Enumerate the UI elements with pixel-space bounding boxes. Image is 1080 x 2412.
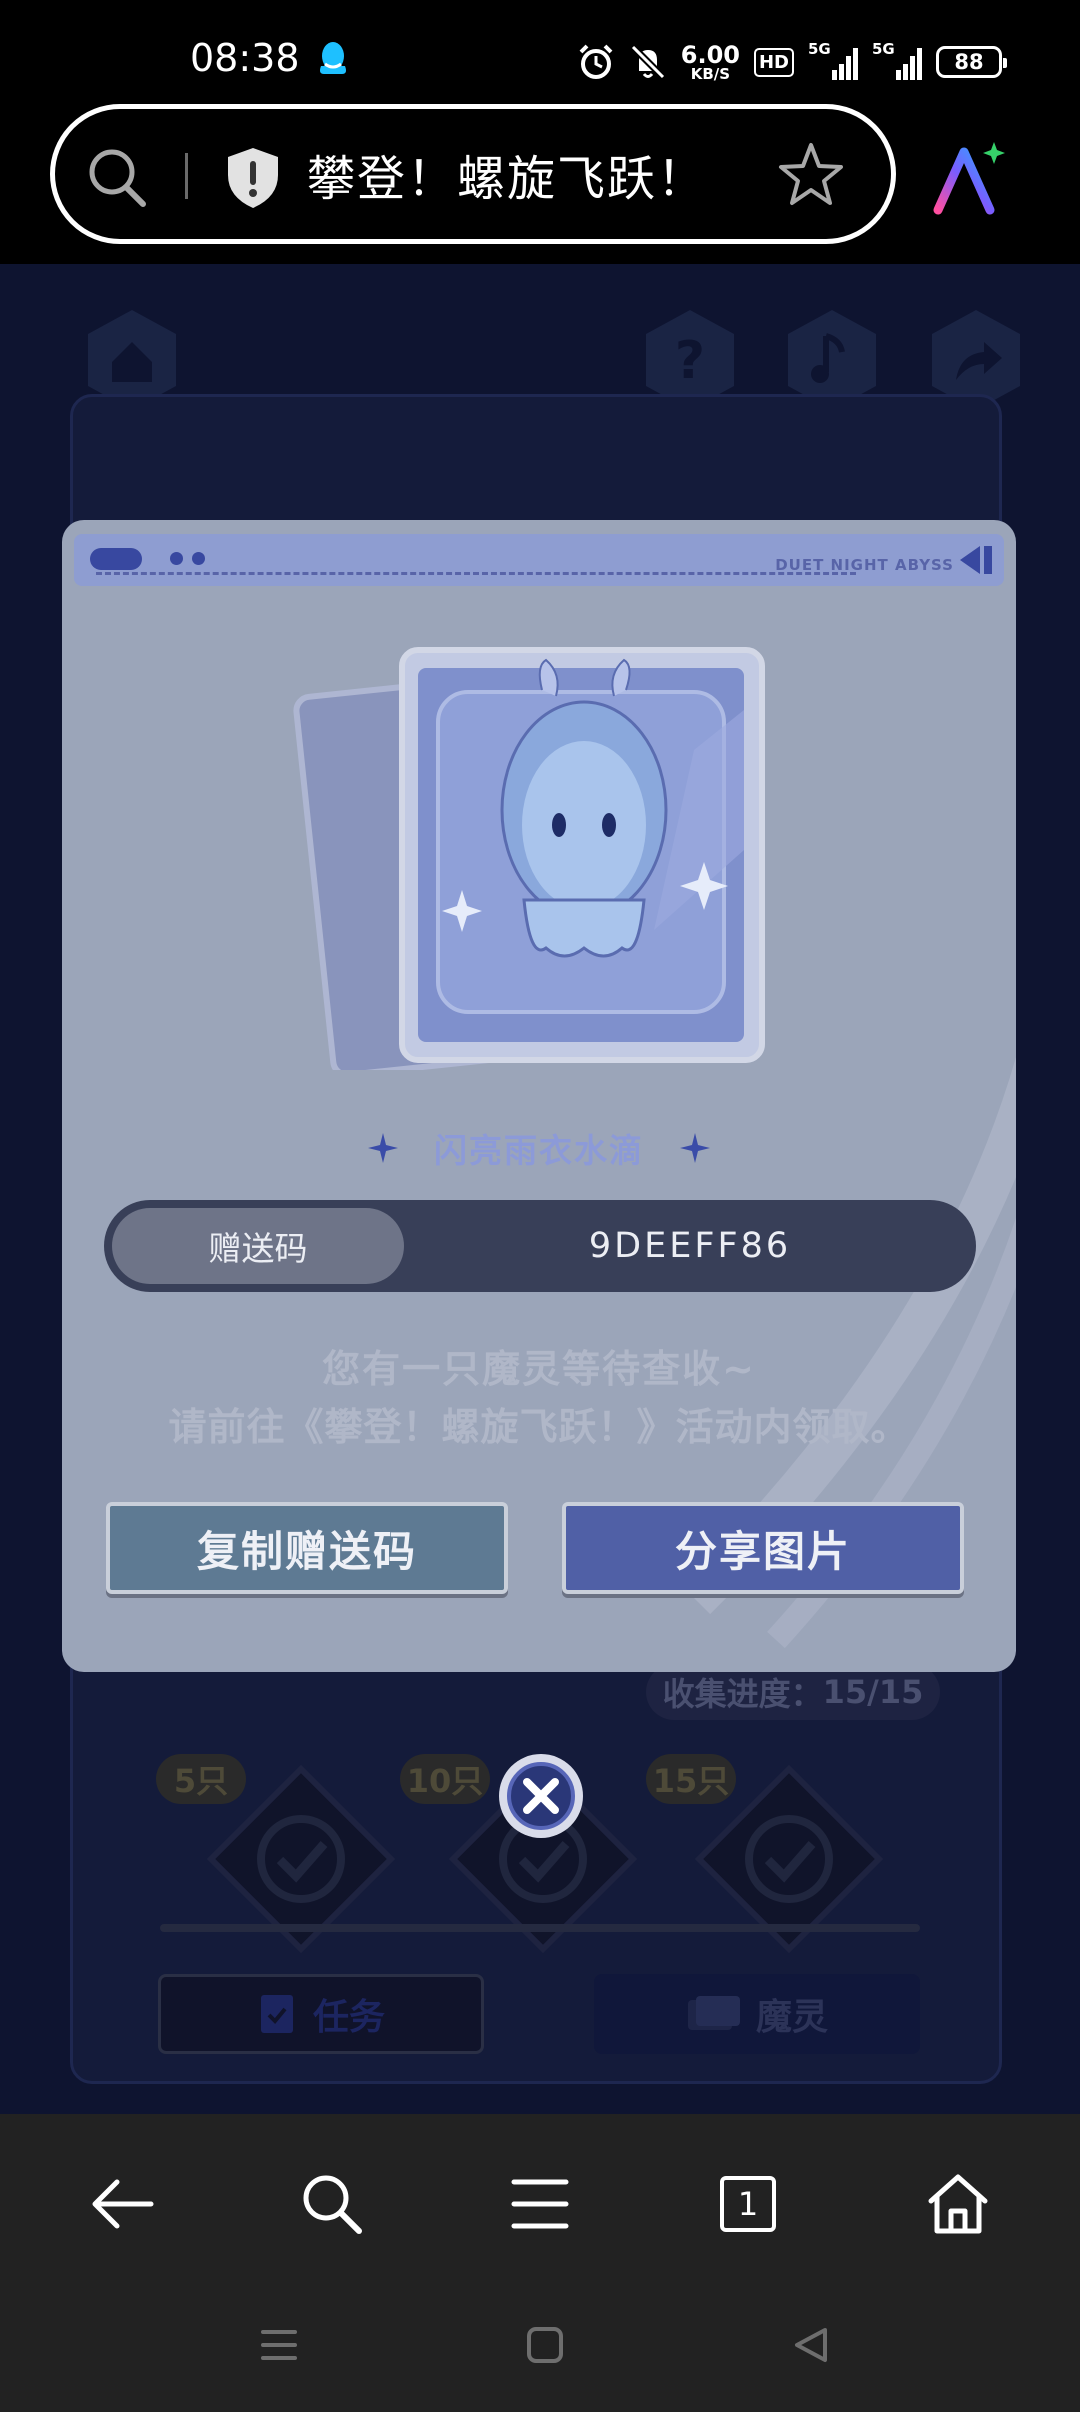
search-icon — [303, 2175, 362, 2234]
sparkle-icon — [368, 1133, 398, 1163]
close-icon[interactable] — [497, 1752, 585, 1840]
signal-sim1: 5G — [808, 40, 858, 80]
status-bar: 08:38 6.00 KB/S HD 5G 5G 88 — [0, 0, 1080, 100]
gift-code-value[interactable]: 9DEEFF86 — [404, 1200, 976, 1292]
sim2-label: 5G — [872, 40, 895, 58]
status-time: 08:38 — [190, 36, 300, 80]
dialog-header-bar: DUET NIGHT ABYSS — [74, 534, 1004, 586]
tab-task-label: 任务 — [312, 1997, 385, 2038]
network-speed: 6.00 KB/S — [681, 43, 740, 82]
message-line1: 您有一只魔灵等待查收~ — [322, 1347, 756, 1391]
sparkle-icon — [680, 1133, 710, 1163]
svg-text:?: ? — [675, 331, 705, 391]
system-navigation-bar — [0, 2278, 1080, 2412]
pet-icon — [687, 1996, 740, 2030]
header-play-icon — [960, 546, 992, 574]
alarm-icon — [579, 44, 613, 79]
progress-label: 收集进度： — [662, 1675, 823, 1713]
star-icon[interactable] — [775, 139, 847, 211]
creature-card-art — [293, 647, 765, 1070]
home-icon — [928, 2174, 988, 2234]
tab-pet[interactable]: 魔灵 — [594, 1974, 920, 2054]
battery-indicator: 88 — [936, 46, 1007, 78]
menu-icon — [511, 2179, 569, 2229]
collection-progress: 收集进度： 15/15 — [646, 1664, 940, 1720]
status-icons: 6.00 KB/S HD 5G 5G 88 — [577, 38, 1007, 86]
mute-icon — [630, 44, 666, 80]
speed-value: 6.00 — [680, 40, 740, 69]
header-dashed-line — [96, 572, 856, 575]
sim1-label: 5G — [808, 40, 831, 58]
header-dot — [170, 552, 183, 565]
shield-icon[interactable] — [223, 145, 283, 211]
url-divider — [185, 153, 188, 199]
home-square-button[interactable] — [522, 2322, 568, 2368]
search-icon[interactable] — [85, 145, 151, 211]
ai-assistant-icon[interactable] — [930, 140, 1008, 218]
back-arrow-icon — [92, 2179, 154, 2229]
browser-address-bar: 攀登！螺旋飞跃！ — [0, 100, 1080, 264]
item-name: 闪亮雨衣水滴 — [434, 1131, 644, 1170]
gift-code-label: 赠送码 — [112, 1208, 404, 1284]
task-icon — [260, 1995, 293, 2033]
progress-value: 15/15 — [822, 1673, 924, 1711]
recent-apps-button[interactable] — [256, 2322, 302, 2368]
search-button[interactable] — [292, 2164, 372, 2244]
hd-badge: HD — [753, 47, 794, 77]
share-image-button[interactable]: 分享图片 — [562, 1502, 964, 1594]
item-name-row: 闪亮雨衣水滴 — [62, 1118, 1016, 1178]
menu-button[interactable] — [500, 2164, 580, 2244]
browser-toolbar: 1 — [0, 2114, 1080, 2278]
home-button[interactable] — [918, 2164, 998, 2244]
qq-icon — [320, 42, 346, 74]
milestone-track — [160, 1924, 920, 1932]
tabs-icon: 1 — [720, 2176, 776, 2232]
tab-pet-label: 魔灵 — [755, 1997, 828, 2038]
back-button[interactable] — [82, 2164, 162, 2244]
header-pill — [90, 548, 142, 570]
url-field[interactable]: 攀登！螺旋飞跃！ — [50, 104, 896, 244]
home-square-icon — [527, 2327, 563, 2363]
gift-code-bar: 赠送码 9DEEFF86 — [104, 1200, 976, 1292]
recent-apps-icon — [261, 2330, 297, 2360]
signal-sim2: 5G — [872, 40, 922, 80]
back-triangle-icon — [795, 2328, 827, 2362]
page-title[interactable]: 攀登！螺旋飞跃！ — [307, 139, 707, 209]
speed-unit: KB/S — [690, 64, 731, 83]
gift-code-dialog: DUET NIGHT ABYSS 闪亮雨衣水滴 赠送码 9DEEFF86 您有一… — [62, 520, 1016, 1672]
header-brand: DUET NIGHT ABYSS — [775, 556, 954, 574]
back-triangle-button[interactable] — [788, 2322, 834, 2368]
tab-task[interactable]: 任务 — [158, 1974, 484, 2054]
copy-code-button[interactable]: 复制赠送码 — [106, 1502, 508, 1594]
header-dot — [192, 552, 205, 565]
tabs-button[interactable]: 1 — [708, 2164, 788, 2244]
message-line2: 请前往《攀登！螺旋飞跃！》活动内领取。 — [168, 1405, 910, 1449]
battery-level: 88 — [954, 50, 984, 74]
